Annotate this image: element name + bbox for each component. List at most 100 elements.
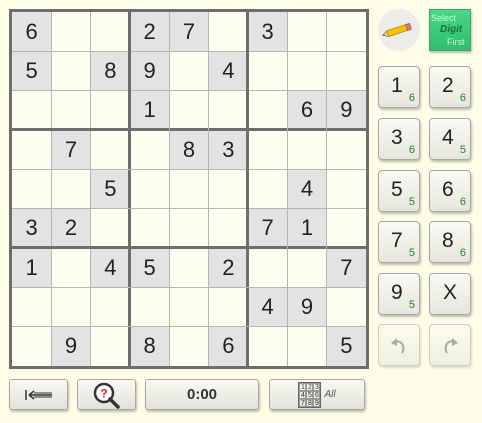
cell-r6c6[interactable]: [209, 209, 248, 248]
cell-r1c2[interactable]: [51, 12, 90, 51]
cell-r4c8[interactable]: [287, 130, 326, 169]
cell-r3c8[interactable]: 6: [287, 90, 327, 130]
cell-r2c1[interactable]: 5: [12, 51, 52, 91]
cell-r7c7[interactable]: [248, 248, 287, 287]
cell-r4c3[interactable]: [91, 130, 130, 169]
cell-r3c3[interactable]: [91, 91, 130, 130]
digit-button-4[interactable]: 4 5: [429, 118, 471, 160]
cell-r3c4[interactable]: 1: [129, 90, 170, 130]
cell-r6c8[interactable]: 1: [287, 208, 327, 248]
digit-button-5[interactable]: 5 5: [378, 170, 420, 212]
cell-r2c4[interactable]: 9: [129, 51, 170, 91]
cell-r6c4[interactable]: [130, 209, 169, 248]
cell-r5c4[interactable]: [130, 169, 169, 208]
cell-r7c4[interactable]: 5: [129, 247, 170, 288]
digit-button-6[interactable]: 6 6: [429, 170, 471, 212]
cell-r7c5[interactable]: [169, 248, 208, 287]
cell-r8c1[interactable]: [12, 287, 51, 326]
cell-r1c9[interactable]: [327, 12, 366, 51]
cell-r9c3[interactable]: [91, 327, 130, 366]
back-to-start-button[interactable]: [9, 379, 68, 410]
cell-r1c7[interactable]: 3: [247, 12, 288, 52]
cell-r8c2[interactable]: [51, 287, 90, 326]
cell-r5c7[interactable]: [248, 169, 287, 208]
cell-r4c6[interactable]: 3: [208, 129, 248, 170]
cell-r5c8[interactable]: 4: [287, 169, 327, 209]
cell-r9c8[interactable]: [287, 327, 326, 366]
cell-r5c6[interactable]: [209, 169, 248, 208]
cell-r7c1[interactable]: 1: [12, 247, 52, 288]
cell-r2c6[interactable]: 4: [208, 51, 248, 91]
cell-r6c7[interactable]: 7: [247, 208, 288, 248]
cell-r8c3[interactable]: [91, 287, 130, 326]
cell-r7c9[interactable]: 7: [326, 247, 366, 288]
cell-r6c2[interactable]: 2: [51, 208, 91, 248]
cell-r7c8[interactable]: [287, 248, 326, 287]
cell-r1c6[interactable]: [209, 12, 248, 51]
cell-r1c5[interactable]: 7: [169, 12, 209, 52]
redo-icon: [444, 338, 458, 354]
cell-r5c3[interactable]: 5: [90, 169, 130, 209]
undo-button[interactable]: [378, 324, 420, 366]
cell-r3c1[interactable]: [12, 91, 51, 130]
cell-r9c6[interactable]: 6: [208, 326, 248, 366]
cell-r3c5[interactable]: [169, 91, 208, 130]
digit-button-2[interactable]: 2 6: [429, 66, 471, 108]
cell-r9c5[interactable]: [169, 327, 208, 366]
cell-r8c5[interactable]: [169, 287, 208, 326]
cell-r8c9[interactable]: [327, 287, 366, 326]
cell-r4c9[interactable]: [327, 130, 366, 169]
cell-r2c7[interactable]: [248, 51, 287, 90]
cell-r5c2[interactable]: [51, 169, 90, 208]
cell-r8c7[interactable]: 4: [247, 287, 288, 327]
digit-button-9[interactable]: 9 5: [378, 273, 420, 315]
pencil-mode-button[interactable]: [378, 9, 420, 51]
cell-r9c2[interactable]: 9: [51, 326, 91, 366]
select-digit-first-button[interactable]: Select Digit First: [429, 9, 471, 51]
cell-r4c7[interactable]: [248, 130, 287, 169]
cell-r8c4[interactable]: [130, 287, 169, 326]
cell-r6c1[interactable]: 3: [12, 208, 52, 248]
digit-button-3[interactable]: 3 6: [378, 118, 420, 160]
cell-r1c4[interactable]: 2: [129, 12, 170, 52]
mini-grid-digit: 8: [306, 398, 314, 407]
cell-r1c8[interactable]: [287, 12, 326, 51]
cell-r9c4[interactable]: 8: [129, 326, 170, 366]
cell-r6c3[interactable]: [91, 209, 130, 248]
cell-r2c5[interactable]: [169, 51, 208, 90]
clear-cell-button[interactable]: X: [429, 273, 471, 315]
redo-button[interactable]: [429, 324, 471, 366]
cell-r9c7[interactable]: [248, 327, 287, 366]
cell-r7c2[interactable]: [51, 248, 90, 287]
cell-r7c3[interactable]: 4: [90, 247, 130, 288]
cell-r4c2[interactable]: 7: [51, 129, 91, 170]
cell-r2c8[interactable]: [287, 51, 326, 90]
cell-r5c1[interactable]: [12, 169, 51, 208]
cell-r9c1[interactable]: [12, 327, 51, 366]
hint-button[interactable]: ?: [77, 379, 136, 410]
cell-r7c6[interactable]: 2: [208, 247, 248, 288]
cell-r5c9[interactable]: [327, 169, 366, 208]
cell-r4c5[interactable]: 8: [169, 129, 209, 170]
cell-r4c1[interactable]: [12, 130, 51, 169]
cell-r2c2[interactable]: [51, 51, 90, 90]
cell-r2c3[interactable]: 8: [90, 51, 130, 91]
cell-r3c7[interactable]: [248, 91, 287, 130]
cell-r4c4[interactable]: [130, 130, 169, 169]
digit-button-7[interactable]: 7 5: [378, 221, 420, 263]
cell-r3c9[interactable]: 9: [326, 90, 366, 130]
cell-r8c6[interactable]: [209, 287, 248, 326]
digit-button-1[interactable]: 1 6: [378, 66, 420, 108]
cell-r2c9[interactable]: [327, 51, 366, 90]
cell-r6c9[interactable]: [327, 209, 366, 248]
cell-r3c2[interactable]: [51, 91, 90, 130]
highlight-all-button[interactable]: 1 2 3 4 5 6 7 8 9 All: [269, 379, 365, 410]
cell-r3c6[interactable]: [209, 91, 248, 130]
cell-r1c3[interactable]: [91, 12, 130, 51]
cell-r8c8[interactable]: 9: [287, 287, 327, 327]
cell-r9c9[interactable]: 5: [326, 326, 366, 366]
cell-r1c1[interactable]: 6: [12, 12, 52, 52]
cell-r6c5[interactable]: [169, 209, 208, 248]
digit-button-8[interactable]: 8 6: [429, 221, 471, 263]
cell-r5c5[interactable]: [169, 169, 208, 208]
